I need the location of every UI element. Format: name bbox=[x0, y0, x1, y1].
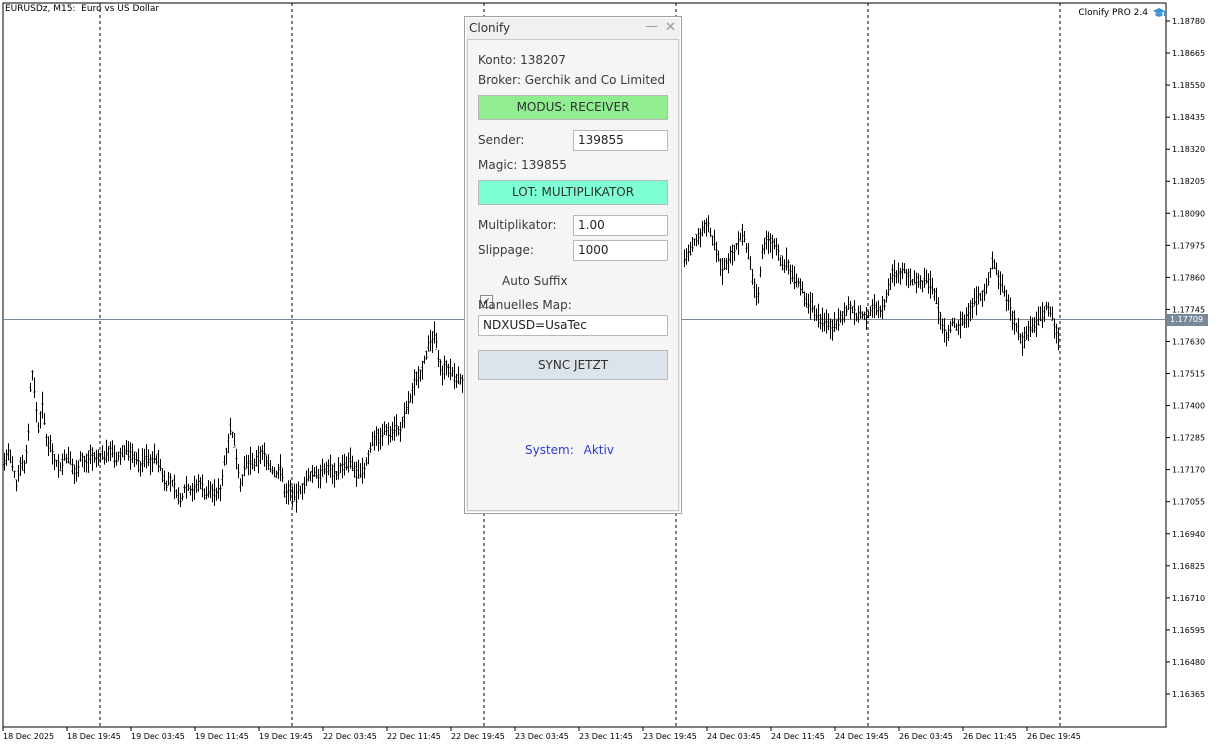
sync-now-button[interactable]: SYNC JETZT bbox=[478, 350, 668, 380]
time-tick-label: 24 Dec 19:45 bbox=[835, 732, 889, 741]
chart-window[interactable]: 1.18780 1.18665 1.18550 1.18435 1.18320 1.182… bbox=[0, 0, 1219, 747]
slippage-input[interactable]: 1000 bbox=[573, 240, 668, 261]
price-tick-label: 1.16710 bbox=[1172, 594, 1205, 603]
time-tick-label: 26 Dec 19:45 bbox=[1027, 732, 1081, 741]
expert-advisor-name: Clonify PRO 2.4 bbox=[1078, 8, 1148, 18]
time-tick-label: 24 Dec 03:45 bbox=[707, 732, 761, 741]
price-tick-label: 1.18205 bbox=[1172, 177, 1205, 186]
minimize-icon[interactable]: — bbox=[645, 19, 658, 34]
sender-label: Sender: bbox=[478, 133, 525, 147]
time-tick-label: 26 Dec 03:45 bbox=[899, 732, 953, 741]
time-tick-label: 22 Dec 03:45 bbox=[323, 732, 377, 741]
price-tick-label: 1.17860 bbox=[1172, 273, 1205, 282]
price-tick-label: 1.17170 bbox=[1172, 466, 1205, 475]
time-tick-label: 22 Dec 11:45 bbox=[387, 732, 441, 741]
system-status-value: Aktiv bbox=[583, 443, 614, 457]
manual-map-input[interactable]: NDXUSD=UsaTec bbox=[478, 315, 668, 336]
price-tick-label: 1.17630 bbox=[1172, 337, 1205, 346]
price-tick-label: 1.17975 bbox=[1172, 241, 1205, 250]
price-tick-label: 1.17055 bbox=[1172, 498, 1205, 507]
price-tick-label: 1.18665 bbox=[1172, 49, 1205, 58]
lot-mode-button[interactable]: LOT: MULTIPLIKATOR bbox=[478, 180, 668, 205]
sender-input[interactable]: 139855 bbox=[573, 130, 668, 151]
slippage-label: Slippage: bbox=[478, 243, 534, 257]
price-tick-label: 1.17400 bbox=[1172, 402, 1205, 411]
time-tick-label: 18 Dec 19:45 bbox=[67, 732, 121, 741]
time-tick-label: 18 Dec 2025 bbox=[3, 732, 54, 741]
time-tick-label: 26 Dec 11:45 bbox=[963, 732, 1017, 741]
manual-map-label: Manuelles Map: bbox=[478, 298, 572, 312]
clonify-panel[interactable]: Clonify — ✕ Konto: 138207 Broker: Gerchi… bbox=[464, 16, 682, 514]
panel-title: Clonify bbox=[469, 21, 511, 35]
time-tick-label: 23 Dec 11:45 bbox=[579, 732, 633, 741]
price-tick-label: 1.17515 bbox=[1172, 370, 1205, 379]
price-tick-label: 1.17285 bbox=[1172, 434, 1205, 443]
time-tick-label: 24 Dec 11:45 bbox=[771, 732, 825, 741]
broker-label: Broker: Gerchik and Co Limited bbox=[478, 73, 666, 87]
multiplier-input[interactable]: 1.00 bbox=[573, 215, 668, 236]
time-tick-label: 19 Dec 03:45 bbox=[131, 732, 185, 741]
time-tick-label: 23 Dec 19:45 bbox=[643, 732, 697, 741]
multiplier-label: Multiplikator: bbox=[478, 218, 557, 232]
magic-label: Magic: 139855 bbox=[478, 158, 567, 172]
system-status-label: System: bbox=[525, 443, 574, 457]
price-tick-label: 1.18780 bbox=[1172, 17, 1205, 26]
auto-suffix-label: Auto Suffix bbox=[502, 274, 568, 288]
expert-advisor-label[interactable]: Clonify PRO 2.4 bbox=[1078, 7, 1166, 19]
account-label: Konto: 138207 bbox=[478, 53, 566, 67]
graduation-cap-icon bbox=[1153, 8, 1165, 17]
bid-price-tag: 1.17709 bbox=[1167, 314, 1208, 326]
time-tick-label: 22 Dec 19:45 bbox=[451, 732, 505, 741]
close-icon[interactable]: ✕ bbox=[665, 20, 676, 35]
time-tick-label: 23 Dec 03:45 bbox=[515, 732, 569, 741]
time-tick-label: 19 Dec 19:45 bbox=[259, 732, 313, 741]
symbol-title: EURUSDz, M15: Euro vs US Dollar bbox=[5, 4, 160, 14]
price-tick-label: 1.16825 bbox=[1172, 562, 1205, 571]
system-status: System: Aktiv bbox=[525, 443, 614, 457]
price-tick-label: 1.18090 bbox=[1172, 209, 1205, 218]
price-tick-label: 1.16480 bbox=[1172, 658, 1205, 667]
price-tick-label: 1.18550 bbox=[1172, 81, 1205, 90]
price-tick-label: 1.16940 bbox=[1172, 530, 1205, 539]
price-tick-label: 1.16365 bbox=[1172, 690, 1205, 699]
price-tick-label: 1.18320 bbox=[1172, 145, 1205, 154]
price-tick-label: 1.18435 bbox=[1172, 113, 1205, 122]
mode-button[interactable]: MODUS: RECEIVER bbox=[478, 95, 668, 120]
price-tick-label: 1.16595 bbox=[1172, 626, 1205, 635]
panel-body: Konto: 138207 Broker: Gerchik and Co Lim… bbox=[467, 39, 679, 511]
time-tick-label: 19 Dec 11:45 bbox=[195, 732, 249, 741]
